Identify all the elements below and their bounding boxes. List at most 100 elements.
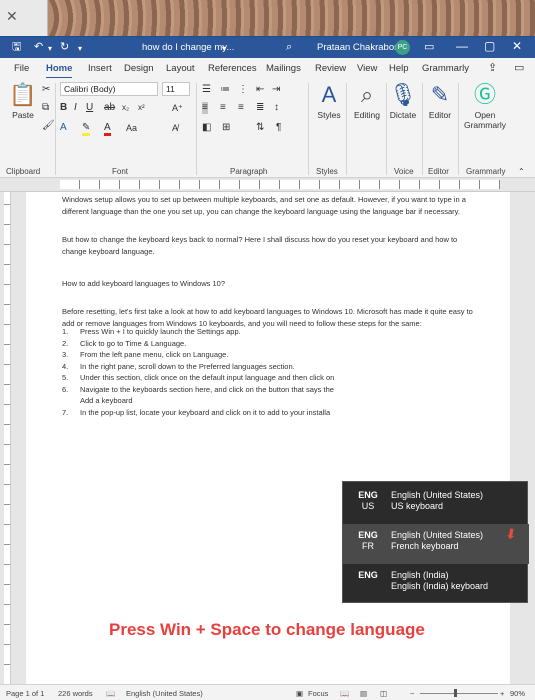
- focus-icon[interactable]: ▣: [296, 689, 303, 698]
- tab-grammarly[interactable]: Grammarly: [422, 63, 469, 74]
- maximize-icon[interactable]: ▢: [484, 39, 495, 53]
- word-count[interactable]: 226 words: [58, 689, 93, 698]
- clear-formatting-icon[interactable]: A̸: [172, 122, 178, 134]
- document-title[interactable]: how do I change my...: [142, 42, 234, 53]
- superscript-icon[interactable]: x²: [138, 102, 145, 114]
- list-item[interactable]: 2. Click to go to Time & Language.: [62, 338, 452, 350]
- background-window[interactable]: ✕: [0, 0, 48, 36]
- line-spacing-icon[interactable]: ↕: [274, 102, 279, 114]
- shading-icon[interactable]: ◧: [202, 122, 211, 134]
- page-count[interactable]: Page 1 of 1: [6, 689, 44, 698]
- language-option-eng-in[interactable]: ENG English (India) English (India) keyb…: [343, 564, 529, 604]
- close-icon[interactable]: ✕: [6, 8, 18, 25]
- text-effects-icon[interactable]: A: [60, 122, 67, 134]
- document-page[interactable]: Windows setup allows you to set up betwe…: [26, 192, 510, 684]
- customize-quick-access-icon[interactable]: ▾: [78, 42, 82, 56]
- tab-review[interactable]: Review: [315, 63, 346, 74]
- tab-layout[interactable]: Layout: [166, 63, 195, 74]
- focus-label[interactable]: Focus: [308, 689, 328, 698]
- align-center-icon[interactable]: ≡: [220, 102, 226, 114]
- numbering-icon[interactable]: ≔: [220, 84, 230, 96]
- read-mode-icon[interactable]: 📖: [340, 689, 349, 698]
- dictate-button[interactable]: 🎙 Dictate: [388, 82, 418, 120]
- list-item[interactable]: 4. In the right pane, scroll down to the …: [62, 361, 452, 373]
- ribbon-display-options-icon[interactable]: ▭: [424, 40, 434, 54]
- search-icon[interactable]: ⌕: [286, 40, 292, 54]
- undo-dropdown-icon[interactable]: ▾: [48, 42, 52, 56]
- share-icon[interactable]: ⇪: [488, 61, 497, 74]
- grow-font-icon[interactable]: A⁺: [172, 102, 183, 114]
- collapse-ribbon-icon[interactable]: ⌃: [518, 166, 525, 178]
- paragraph-2[interactable]: But how to change the keyboard keys back…: [62, 234, 482, 257]
- align-right-icon[interactable]: ≡: [238, 102, 244, 114]
- redo-icon[interactable]: ↻: [60, 40, 69, 54]
- keyboard-name: English (India) keyboard: [391, 581, 489, 591]
- ruler-scale: [60, 180, 500, 189]
- strikethrough-icon[interactable]: ab: [104, 102, 115, 114]
- highlight-icon[interactable]: ✎: [82, 122, 91, 136]
- copy-icon[interactable]: ⧉: [42, 102, 49, 114]
- decrease-indent-icon[interactable]: ⇤: [256, 84, 264, 96]
- font-size-box[interactable]: 11: [162, 82, 190, 96]
- cut-icon[interactable]: ✂: [42, 84, 50, 96]
- subscript-icon[interactable]: x₂: [122, 102, 129, 114]
- avatar[interactable]: PC: [395, 40, 410, 55]
- paragraph-1[interactable]: Windows setup allows you to set up betwe…: [62, 194, 482, 217]
- tab-view[interactable]: View: [357, 63, 377, 74]
- user-name[interactable]: Prataan Chakraborty: [317, 42, 405, 53]
- print-layout-icon[interactable]: ▤: [360, 689, 367, 698]
- font-color-icon[interactable]: A: [104, 122, 111, 136]
- heading-add-languages[interactable]: How to add keyboard languages to Windows…: [62, 278, 482, 290]
- list-item[interactable]: 5. Under this section, click once on the …: [62, 372, 452, 384]
- tab-references[interactable]: References: [208, 63, 257, 74]
- minimize-icon[interactable]: —: [456, 39, 468, 53]
- font-name-box[interactable]: Calibri (Body): [60, 82, 158, 96]
- language-code: ENG US: [353, 490, 383, 512]
- zoom-slider[interactable]: [420, 693, 498, 694]
- zoom-level[interactable]: 90%: [510, 689, 525, 698]
- language-option-eng-fr[interactable]: ENG FR English (United States) French ke…: [343, 523, 529, 564]
- list-item[interactable]: 6. Navigate to the keyboards section here…: [62, 384, 452, 407]
- zoom-out-button[interactable]: −: [410, 689, 414, 698]
- multilevel-list-icon[interactable]: ⋮: [238, 84, 248, 96]
- underline-icon[interactable]: U: [86, 102, 93, 114]
- comments-icon[interactable]: ▭: [514, 61, 524, 74]
- bullets-icon[interactable]: ☰: [202, 84, 211, 96]
- language-status[interactable]: English (United States): [126, 689, 203, 698]
- show-formatting-icon[interactable]: ¶: [276, 122, 281, 134]
- change-case-icon[interactable]: Aa: [126, 122, 137, 134]
- tab-design[interactable]: Design: [124, 63, 154, 74]
- editor-button[interactable]: ✎ Editor: [425, 82, 455, 120]
- styles-button[interactable]: A Styles: [314, 82, 344, 120]
- undo-icon[interactable]: ↶: [34, 40, 43, 54]
- tab-mailings[interactable]: Mailings: [266, 63, 301, 74]
- align-left-icon[interactable]: ≡: [202, 102, 208, 114]
- autosave-save-icon[interactable]: 🖫: [12, 40, 21, 54]
- borders-icon[interactable]: ⊞: [222, 122, 230, 134]
- tab-home[interactable]: Home: [46, 63, 73, 79]
- increase-indent-icon[interactable]: ⇥: [272, 84, 280, 96]
- list-item[interactable]: 3. From the left pane menu, click on Lang…: [62, 349, 452, 361]
- list-item[interactable]: 7. In the pop-up list, locate your keyboa…: [62, 407, 452, 419]
- italic-icon[interactable]: I: [74, 102, 77, 114]
- format-painter-icon[interactable]: 🖌: [42, 120, 55, 132]
- zoom-in-button[interactable]: +: [500, 689, 504, 698]
- title-dropdown-icon[interactable]: ▾: [222, 42, 226, 56]
- tab-help[interactable]: Help: [389, 63, 409, 74]
- list-number: 6.: [62, 384, 69, 394]
- list-item[interactable]: 1. Press Win + I to quickly launch the Se…: [62, 326, 452, 338]
- sort-icon[interactable]: ⇅: [256, 122, 264, 134]
- close-window-icon[interactable]: ✕: [512, 39, 522, 53]
- bold-icon[interactable]: B: [60, 102, 67, 114]
- tab-file[interactable]: File: [14, 63, 29, 74]
- list-text: Click to go to Time & Language.: [80, 338, 187, 348]
- web-layout-icon[interactable]: ◫: [380, 689, 387, 698]
- tab-insert[interactable]: Insert: [88, 63, 112, 74]
- open-grammarly-button[interactable]: Ⓖ Open Grammarly: [462, 82, 508, 130]
- justify-icon[interactable]: ≣: [256, 102, 264, 114]
- language-option-eng-us[interactable]: ENG US English (United States) US keyboa…: [343, 484, 529, 524]
- editing-button[interactable]: ⌕ Editing: [350, 82, 384, 120]
- zoom-slider-thumb[interactable]: [453, 689, 457, 697]
- paste-button[interactable]: 📋 Paste: [8, 82, 38, 120]
- proofing-icon[interactable]: 📖: [106, 689, 115, 698]
